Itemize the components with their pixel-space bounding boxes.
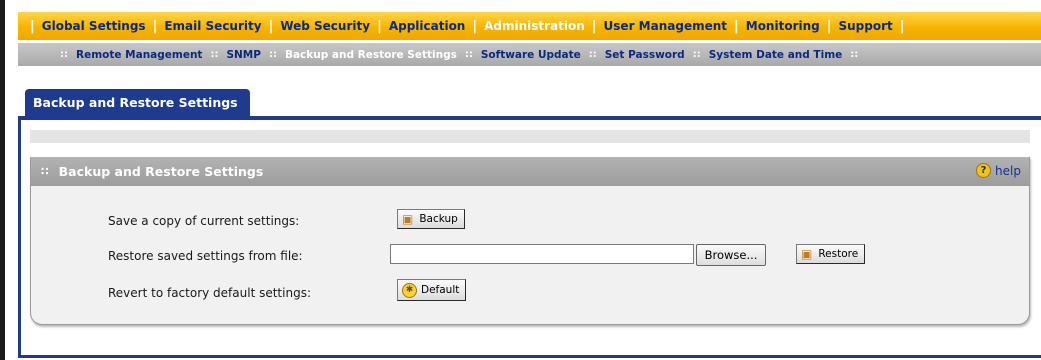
restore-button[interactable]: ▣ Restore bbox=[796, 244, 866, 264]
backup-button-label: Backup bbox=[419, 213, 458, 225]
section-header: ∷ Backup and Restore Settings ? help bbox=[31, 157, 1029, 186]
top-nav-administration[interactable]: Administration bbox=[477, 19, 592, 33]
revert-default-label: Revert to factory default settings: bbox=[108, 286, 311, 300]
top-nav: | Global Settings | Email Security | Web… bbox=[18, 12, 1041, 40]
subnav-separator: :: bbox=[588, 49, 597, 60]
nav-separator: | bbox=[899, 18, 905, 34]
top-nav-global-settings[interactable]: Global Settings bbox=[35, 19, 153, 33]
section-title: Backup and Restore Settings bbox=[58, 164, 264, 179]
default-icon: ✱ bbox=[402, 282, 417, 298]
restore-settings-label: Restore saved settings from file: bbox=[108, 249, 303, 263]
window-edge bbox=[0, 0, 5, 360]
save-settings-label: Save a copy of current settings: bbox=[108, 214, 300, 228]
backup-restore-section: ∷ Backup and Restore Settings ? help Sav… bbox=[30, 157, 1030, 325]
restore-icon: ▣ bbox=[801, 247, 813, 261]
help-link[interactable]: ? help bbox=[976, 163, 1021, 178]
disk-icon: ▣ bbox=[402, 212, 414, 226]
grip-icon: ∷ bbox=[41, 165, 49, 178]
subnav-separator: :: bbox=[268, 49, 277, 60]
top-nav-monitoring[interactable]: Monitoring bbox=[739, 19, 827, 33]
tab-label: Backup and Restore Settings bbox=[33, 95, 238, 110]
sub-nav-snmp[interactable]: SNMP bbox=[220, 49, 267, 61]
restore-button-label: Restore bbox=[818, 248, 859, 260]
top-nav-email-security[interactable]: Email Security bbox=[157, 19, 268, 33]
subnav-separator: :: bbox=[60, 49, 68, 60]
sub-nav-system-date-time[interactable]: System Date and Time bbox=[703, 49, 849, 61]
top-nav-support[interactable]: Support bbox=[832, 19, 900, 33]
subnav-separator: :: bbox=[210, 49, 219, 60]
subnav-separator: :: bbox=[692, 49, 701, 60]
help-icon: ? bbox=[976, 163, 992, 178]
top-nav-web-security[interactable]: Web Security bbox=[273, 19, 377, 33]
default-button[interactable]: ✱ Default bbox=[397, 279, 467, 301]
sub-nav-backup-restore[interactable]: Backup and Restore Settings bbox=[279, 49, 463, 61]
subnav-separator: :: bbox=[464, 49, 473, 60]
sub-nav-remote-management[interactable]: Remote Management bbox=[70, 49, 208, 61]
subnav-separator: :: bbox=[850, 49, 859, 60]
info-strip bbox=[30, 130, 1030, 143]
sub-nav: :: Remote Management :: SNMP :: Backup a… bbox=[18, 43, 1041, 66]
sub-nav-set-password[interactable]: Set Password bbox=[599, 49, 691, 61]
help-label: help bbox=[995, 163, 1021, 178]
tab-backup-restore[interactable]: Backup and Restore Settings bbox=[25, 89, 250, 116]
top-nav-application[interactable]: Application bbox=[382, 19, 473, 33]
top-nav-user-management[interactable]: User Management bbox=[597, 19, 734, 33]
restore-file-input[interactable] bbox=[390, 244, 694, 264]
browse-button[interactable]: Browse... bbox=[696, 244, 766, 266]
default-button-label: Default bbox=[421, 284, 460, 296]
sub-nav-software-update[interactable]: Software Update bbox=[475, 49, 587, 61]
backup-button[interactable]: ▣ Backup bbox=[397, 209, 465, 229]
